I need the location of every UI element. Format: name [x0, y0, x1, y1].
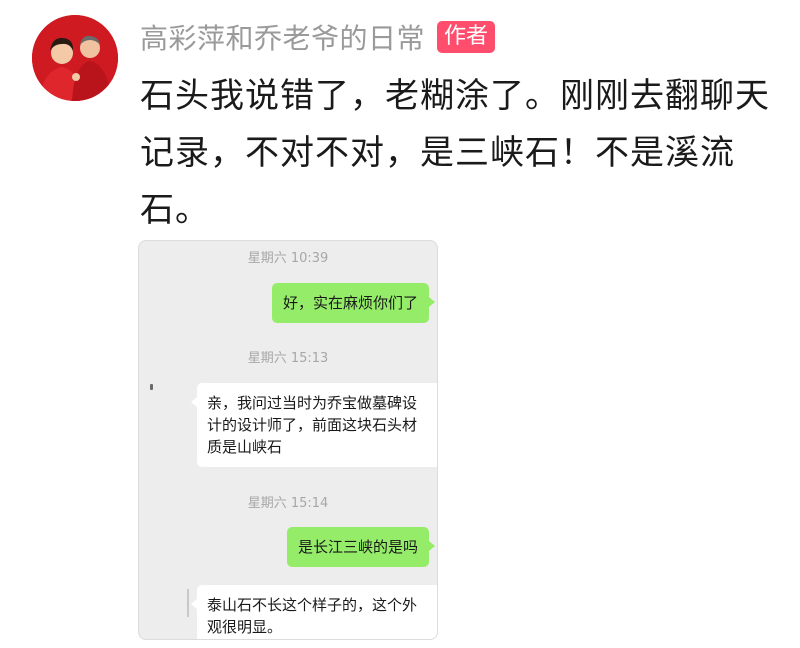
outgoing-message-bubble: 好，实在麻烦你们了: [271, 283, 436, 323]
avatar-fragment-icon: [150, 384, 153, 390]
quote-bar-icon: [187, 589, 189, 617]
chat-timestamp: 星期六 15:14: [247, 496, 329, 511]
author-name[interactable]: 高彩萍和乔老爷的日常: [140, 17, 425, 57]
chat-screenshot-image[interactable]: 星期六 10:39 好，实在麻烦你们了 星期六 15:13 亲，我问过当时为乔宝…: [138, 240, 438, 640]
chat-timestamp: 星期六 10:39: [247, 251, 329, 266]
chat-timestamp: 星期六 15:13: [247, 351, 329, 366]
incoming-message-bubble: 亲，我问过当时为乔宝做墓碑设计的设计师了，前面这块石头材质是山峡石: [191, 383, 437, 467]
incoming-message-bubble: 泰山石不长这个样子的，这个外观很明显。: [191, 585, 437, 639]
comment-text: 石头我说错了，老糊涂了。刚刚去翻聊天记录，不对不对，是三峡石！不是溪流石。: [140, 76, 770, 230]
outgoing-message-bubble: 是长江三峡的是吗: [286, 527, 436, 567]
author-badge: 作者: [437, 21, 496, 53]
author-avatar[interactable]: [32, 15, 118, 101]
author-header: 高彩萍和乔老爷的日常 作者: [140, 17, 496, 57]
